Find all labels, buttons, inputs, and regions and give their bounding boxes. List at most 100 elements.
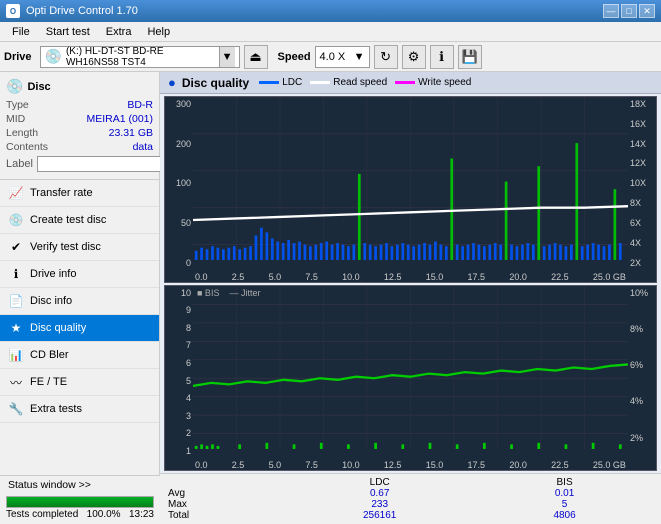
nav-extra-tests[interactable]: 🔧 Extra tests: [0, 396, 159, 423]
progress-area: Tests completed 100.0% 13:23: [0, 494, 160, 524]
extra-tests-icon: 🔧: [8, 401, 24, 417]
nav-verify-test-disc-label: Verify test disc: [30, 241, 101, 253]
legend-read-speed-label: Read speed: [333, 77, 387, 88]
bis-label: ■ BIS — Jitter: [197, 288, 260, 298]
nav-fe-te[interactable]: 〰 FE / TE: [0, 369, 159, 396]
minimize-button[interactable]: —: [603, 4, 619, 18]
nav-disc-quality[interactable]: ★ Disc quality: [0, 315, 159, 342]
drive-label: Drive: [4, 51, 32, 63]
stats-avg-ldc: 0.67: [287, 488, 472, 499]
status-window-label: Status window >>: [8, 479, 91, 491]
main-area: 💿 Disc Type BD-R MID MEIRA1 (001) Length…: [0, 72, 661, 524]
bis-chart-inner: ■ BIS — Jitter: [193, 286, 628, 471]
nav-drive-info[interactable]: ℹ Drive info: [0, 261, 159, 288]
legend-write-speed-color: [395, 81, 415, 84]
fe-te-icon: 〰: [8, 374, 24, 390]
ldc-chart-inner: 0.0 2.5 5.0 7.5 10.0 12.5 15.0 17.5 20.0…: [193, 97, 628, 282]
disc-length-label: Length: [6, 127, 38, 139]
stats-area: LDC BIS Avg 0.67 0.01 Max 233: [160, 473, 661, 524]
nav-disc-quality-label: Disc quality: [30, 322, 86, 334]
ldc-x-labels: 0.0 2.5 5.0 7.5 10.0 12.5 15.0 17.5 20.0…: [193, 268, 628, 282]
stats-row-avg: Avg 0.67 0.01: [164, 488, 657, 499]
speed-select[interactable]: 4.0 X ▼: [315, 46, 370, 68]
menu-extra[interactable]: Extra: [98, 24, 140, 40]
menubar: File Start test Extra Help: [0, 22, 661, 42]
nav-disc-info[interactable]: 📄 Disc info: [0, 288, 159, 315]
info-button[interactable]: ℹ: [430, 45, 454, 69]
legend-ldc: LDC: [259, 77, 302, 88]
stats-row-total: Total 256161 4806: [164, 510, 657, 521]
menu-start-test[interactable]: Start test: [38, 24, 98, 40]
speed-value: 4.0 X: [320, 51, 346, 63]
bis-y-axis-left: 10 9 8 7 6 5 4 3 2 1: [165, 286, 193, 471]
disc-panel: 💿 Disc Type BD-R MID MEIRA1 (001) Length…: [0, 72, 159, 180]
legend-write-speed: Write speed: [395, 77, 471, 88]
refresh-button[interactable]: ↻: [374, 45, 398, 69]
stats-table: LDC BIS Avg 0.67 0.01 Max 233: [164, 477, 657, 521]
stats-col-bis: BIS: [472, 477, 657, 488]
content-area: ● Disc quality LDC Read speed Write spee…: [160, 72, 661, 524]
close-button[interactable]: ✕: [639, 4, 655, 18]
menu-help[interactable]: Help: [139, 24, 178, 40]
ldc-y-axis-left: 300 200 100 50 0: [165, 97, 193, 282]
status-text-row: Tests completed 100.0% 13:23: [6, 509, 154, 520]
bis-y-axis-right: 10% 8% 6% 4% 2%: [628, 286, 656, 471]
content-header: ● Disc quality LDC Read speed Write spee…: [160, 72, 661, 94]
drive-info-icon: ℹ: [8, 266, 24, 282]
disc-contents-value: data: [133, 141, 153, 153]
bis-chart-svg: [193, 286, 628, 471]
status-completed-label: Tests completed: [6, 509, 78, 520]
drive-icon: 💿: [45, 48, 62, 65]
disc-contents-row: Contents data: [6, 141, 153, 153]
settings-button[interactable]: ⚙: [402, 45, 426, 69]
transfer-rate-icon: 📈: [8, 185, 24, 201]
maximize-button[interactable]: □: [621, 4, 637, 18]
nav-transfer-rate-label: Transfer rate: [30, 187, 93, 199]
nav-fe-te-label: FE / TE: [30, 376, 67, 388]
disc-label-row: Label 🔍: [6, 155, 153, 173]
stats-max-bis: 5: [472, 499, 657, 510]
stats-avg-bis: 0.01: [472, 488, 657, 499]
drive-dropdown-button[interactable]: ▼: [219, 47, 235, 67]
menu-file[interactable]: File: [4, 24, 38, 40]
disc-contents-label: Contents: [6, 141, 48, 153]
disc-quality-icon: ★: [8, 320, 24, 336]
charts-area: 300 200 100 50 0: [160, 94, 661, 473]
nav-cd-bler[interactable]: 📊 CD Bler: [0, 342, 159, 369]
save-button[interactable]: 💾: [458, 45, 482, 69]
eject-button[interactable]: ⏏: [244, 45, 268, 69]
legend-read-speed: Read speed: [310, 77, 387, 88]
drive-select-text: (K:) HL-DT-ST BD-RE WH16NS58 TST4: [66, 46, 215, 68]
nav-disc-info-label: Disc info: [30, 295, 72, 307]
verify-test-disc-icon: ✔: [8, 239, 24, 255]
nav-create-test-disc[interactable]: 💿 Create test disc: [0, 207, 159, 234]
ldc-chart: 300 200 100 50 0: [164, 96, 657, 283]
nav-items: 📈 Transfer rate 💿 Create test disc ✔ Ver…: [0, 180, 159, 423]
ldc-y-axis-right: 18X 16X 14X 12X 10X 8X 6X 4X 2X: [628, 97, 656, 282]
disc-length-value: 23.31 GB: [109, 127, 153, 139]
stats-col-empty: [164, 477, 287, 488]
drive-select[interactable]: 💿 (K:) HL-DT-ST BD-RE WH16NS58 TST4 ▼: [40, 46, 240, 68]
ldc-chart-svg: [193, 97, 628, 282]
nav-transfer-rate[interactable]: 📈 Transfer rate: [0, 180, 159, 207]
stats-col-ldc: LDC: [287, 477, 472, 488]
titlebar-left: O Opti Drive Control 1.70: [6, 4, 138, 18]
disc-type-label: Type: [6, 99, 29, 111]
stats-row-max: Max 233 5: [164, 499, 657, 510]
disc-title: Disc: [27, 81, 50, 93]
disc-mid-row: MID MEIRA1 (001): [6, 113, 153, 125]
disc-type-value: BD-R: [127, 99, 153, 111]
progress-bar-fill: [7, 497, 153, 507]
disc-label-input[interactable]: [37, 156, 175, 172]
stats-total-bis: 4806: [472, 510, 657, 521]
legend-ldc-color: [259, 81, 279, 84]
status-window-button[interactable]: Status window >>: [0, 476, 160, 494]
legend-read-speed-color: [310, 81, 330, 84]
speed-label: Speed: [278, 51, 311, 63]
titlebar-controls[interactable]: — □ ✕: [603, 4, 655, 18]
disc-mid-label: MID: [6, 113, 25, 125]
toolbar: Drive 💿 (K:) HL-DT-ST BD-RE WH16NS58 TST…: [0, 42, 661, 72]
nav-verify-test-disc[interactable]: ✔ Verify test disc: [0, 234, 159, 261]
sidebar: 💿 Disc Type BD-R MID MEIRA1 (001) Length…: [0, 72, 160, 524]
disc-header: 💿 Disc: [6, 78, 153, 95]
